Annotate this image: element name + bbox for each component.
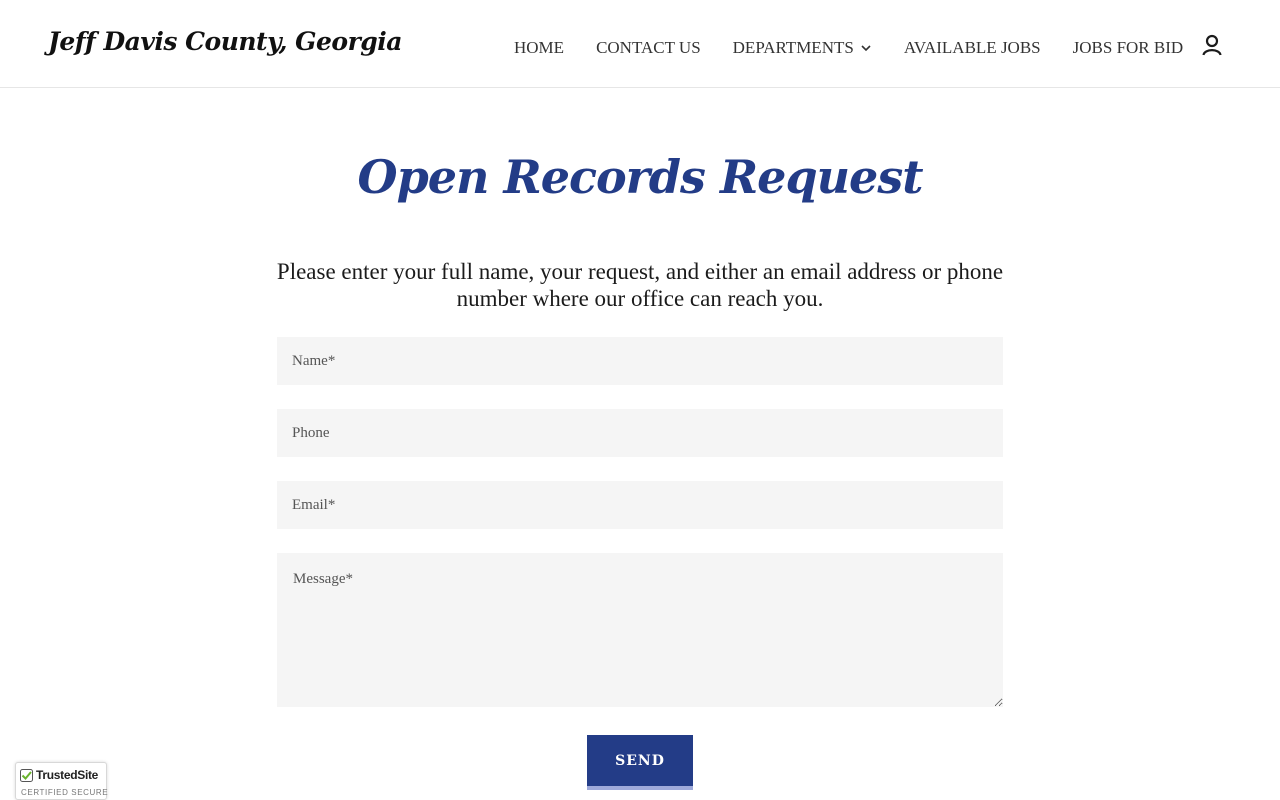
email-input[interactable] (277, 481, 1003, 529)
nav-home-label: HOME (514, 38, 565, 57)
nav-departments[interactable]: DEPARTMENTS (733, 38, 872, 58)
nav-available-jobs[interactable]: AVAILABLE JOBS (904, 38, 1041, 58)
page-title: Open Records Request (357, 150, 924, 204)
site-logo[interactable]: Jeff Davis County, Georgia (48, 27, 402, 56)
checkmark-icon (20, 768, 33, 782)
chevron-down-icon (861, 45, 871, 52)
nav-contact-us-label: CONTACT US (596, 38, 701, 57)
nav-available-jobs-label: AVAILABLE JOBS (903, 38, 1041, 57)
nav-jobs-for-bid[interactable]: JOBS FOR BID (1073, 38, 1184, 58)
phone-input[interactable] (277, 409, 1003, 457)
message-input[interactable] (277, 553, 1003, 707)
site-header: Jeff Davis County, Georgia HOME CONTACT … (0, 0, 1280, 88)
trustedsite-subtitle: CERTIFIED SECURE (21, 788, 109, 797)
trustedsite-badge[interactable]: TrustedSite CERTIFIED SECURE (15, 762, 109, 800)
nav-jobs-for-bid-label: JOBS FOR BID (1072, 38, 1184, 57)
form-instructions: Please enter your full name, your reques… (276, 259, 1004, 311)
send-button[interactable]: SEND (587, 735, 693, 790)
trustedsite-name: TrustedSite (36, 768, 99, 782)
nav-home[interactable]: HOME (514, 38, 564, 58)
user-icon[interactable] (1200, 33, 1224, 57)
name-input[interactable] (277, 337, 1003, 385)
trustedsite-row: TrustedSite (20, 768, 98, 782)
nav-departments-label: DEPARTMENTS (732, 38, 854, 57)
main-nav: HOME CONTACT US DEPARTMENTS AVAILABLE JO… (514, 38, 1183, 58)
nav-contact-us[interactable]: CONTACT US (596, 38, 701, 58)
